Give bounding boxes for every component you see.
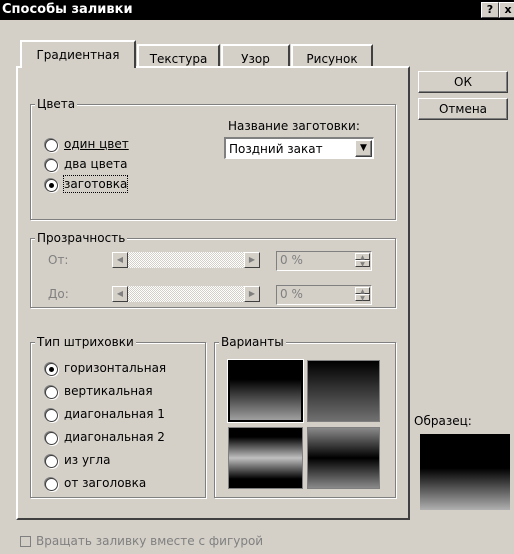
radio-vertical[interactable]: [45, 386, 58, 399]
cancel-button[interactable]: Отмена: [418, 98, 508, 120]
from-left-arrow-icon[interactable]: ◀: [112, 252, 128, 268]
radio-one-color[interactable]: [45, 139, 58, 152]
radio-preset[interactable]: [45, 179, 58, 192]
radio-from-title[interactable]: [45, 478, 58, 491]
transparency-to-label: До:: [48, 287, 69, 301]
sample-preview: [420, 434, 510, 510]
from-spin-buttons[interactable]: ▲ ▼: [355, 253, 370, 269]
variant-swatch-4[interactable]: [307, 427, 380, 489]
to-left-arrow-icon[interactable]: ◀: [112, 286, 128, 302]
preset-select-value: Поздний закат: [229, 142, 323, 156]
tab-panel: Цвета один цвет два цвета заготовка Назв…: [16, 66, 410, 520]
label-from-title: от заголовка: [64, 476, 147, 490]
label-diagonal-1: диагональная 1: [64, 407, 165, 421]
window-title: Способы заливки: [2, 2, 133, 17]
sample-label: Образец:: [414, 414, 472, 428]
transparency-group-label: Прозрачность: [35, 231, 128, 245]
colors-group-label: Цвета: [35, 97, 78, 111]
ok-button[interactable]: ОК: [418, 71, 508, 93]
variants-group-label: Варианты: [219, 335, 286, 349]
to-right-arrow-icon[interactable]: ▶: [244, 286, 260, 302]
label-vertical: вертикальная: [64, 384, 153, 398]
label-from-corner: из угла: [64, 453, 111, 467]
label-one-color: один цвет: [64, 137, 129, 151]
to-spin-value: 0 %: [280, 287, 303, 301]
radio-from-corner[interactable]: [45, 455, 58, 468]
chevron-down-icon[interactable]: ▼: [355, 140, 372, 157]
preset-select[interactable]: Поздний закат ▼: [224, 137, 374, 159]
transparency-from-label: От:: [48, 253, 69, 267]
from-spin-field[interactable]: 0 % ▲ ▼: [276, 251, 372, 271]
radio-two-colors[interactable]: [45, 159, 58, 172]
from-right-arrow-icon[interactable]: ▶: [244, 252, 260, 268]
help-button[interactable]: ?: [481, 2, 499, 18]
label-diagonal-2: диагональная 2: [64, 430, 165, 444]
label-two-colors: два цвета: [64, 157, 128, 171]
tab-gradient[interactable]: Градиентная: [20, 40, 136, 68]
to-slider-track[interactable]: [128, 286, 244, 302]
to-spin-field[interactable]: 0 % ▲ ▼: [276, 285, 372, 305]
from-spin-value: 0 %: [280, 253, 303, 267]
title-bar: Способы заливки ? x: [0, 0, 514, 20]
tab-picture[interactable]: Рисунок: [291, 44, 373, 66]
label-preset: заготовка: [62, 175, 129, 193]
shading-group-label: Тип штриховки: [35, 335, 136, 349]
radio-diagonal-2[interactable]: [45, 432, 58, 445]
variant-swatch-2[interactable]: [307, 360, 380, 422]
from-slider-track[interactable]: [128, 252, 244, 268]
label-horizontal: горизонтальная: [64, 361, 167, 375]
to-spin-buttons[interactable]: ▲ ▼: [355, 287, 370, 303]
close-button[interactable]: x: [499, 2, 514, 18]
rotate-checkbox[interactable]: [20, 536, 31, 547]
radio-diagonal-1[interactable]: [45, 409, 58, 422]
preset-name-label: Название заготовки:: [228, 119, 360, 133]
variant-swatch-1[interactable]: [228, 360, 303, 422]
tab-texture[interactable]: Текстура: [137, 44, 220, 66]
tab-pattern[interactable]: Узор: [221, 44, 290, 66]
rotate-label: Вращать заливку вместе с фигурой: [36, 534, 264, 548]
radio-horizontal[interactable]: [45, 363, 58, 376]
variant-swatch-3[interactable]: [228, 427, 303, 489]
